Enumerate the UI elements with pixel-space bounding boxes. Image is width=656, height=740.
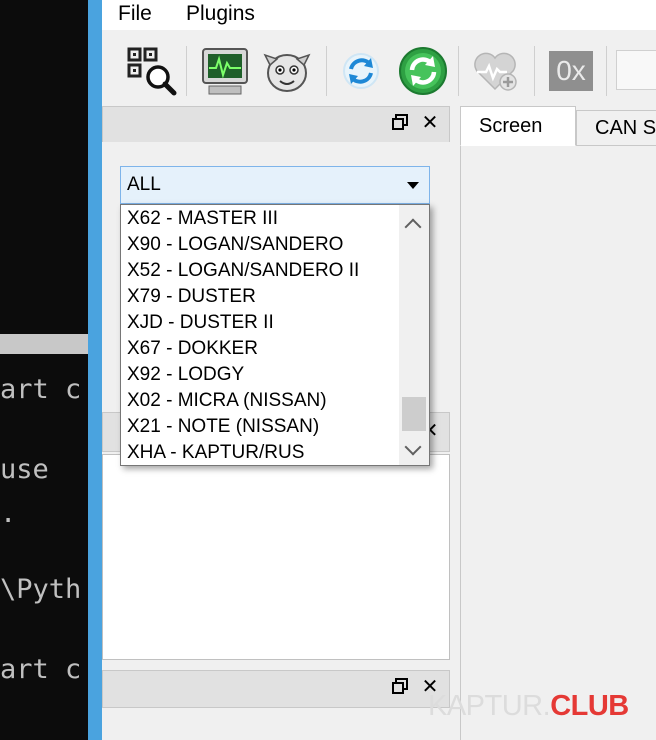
screen-tab-content [460, 146, 656, 740]
hex-label: 0x [549, 51, 593, 91]
scroll-down-icon[interactable] [404, 438, 422, 456]
scroll-up-icon[interactable] [404, 218, 422, 236]
toolbar-separator [534, 46, 535, 96]
monitor-icon [202, 48, 248, 95]
third-panel-header: ✕ [102, 670, 450, 708]
tab-can-label: CAN S [595, 116, 656, 139]
second-panel-content [102, 454, 450, 660]
toolbar-separator [606, 46, 607, 96]
dropdown-item[interactable]: X62 - MASTER III [127, 208, 278, 230]
tab-bar: Screen CAN S [460, 106, 656, 146]
dropdown-item[interactable]: X79 - DUSTER [127, 286, 256, 308]
dropdown-item[interactable]: X02 - MICRA (NISSAN) [127, 390, 327, 412]
toolbar-separator [186, 46, 187, 96]
toolbar-separator [458, 46, 459, 96]
toolbar-field[interactable] [616, 50, 656, 90]
vehicle-combobox[interactable]: ALL [120, 166, 430, 204]
dropdown-item[interactable]: X52 - LOGAN/SANDERO II [127, 260, 359, 282]
refresh-button[interactable] [334, 44, 388, 98]
ecu-panel-header: ✕ [102, 106, 450, 144]
menu-plugins[interactable]: Plugins [186, 2, 255, 26]
tab-screen-label: Screen [479, 114, 543, 137]
dropdown-item[interactable]: XHA - KAPTUR/RUS [127, 442, 304, 464]
scan-qr-button[interactable] [124, 44, 178, 98]
sniffer-button[interactable] [260, 44, 314, 98]
qr-search-icon [127, 47, 177, 96]
restore-icon [392, 678, 408, 694]
monitor-button[interactable] [198, 44, 252, 98]
hex-mode-button[interactable]: 0x [544, 44, 598, 98]
toolbar: 0x [102, 34, 656, 106]
sync-green-icon [399, 47, 447, 95]
tab-can[interactable]: CAN S [576, 110, 656, 146]
dropdown-item[interactable]: X90 - LOGAN/SANDERO [127, 234, 343, 256]
third-panel-float-button[interactable] [389, 675, 411, 697]
watermark-club: CLUB [550, 690, 629, 722]
watermark-logo: KAPTUR.CLUB [428, 690, 629, 723]
terminal-line: \Pyth [0, 574, 82, 605]
dropdown-item[interactable]: X92 - LODGY [127, 364, 244, 386]
menu-bar: File Plugins [102, 0, 656, 30]
dropdown-item[interactable]: X67 - DOKKER [127, 338, 258, 360]
health-check-button[interactable] [468, 44, 522, 98]
app-window: File Plugins 0x ✕ ALL X62 - MASTER III X… [102, 0, 656, 740]
toolbar-separator [326, 46, 327, 96]
dropdown-item[interactable]: XJD - DUSTER II [127, 312, 274, 334]
third-panel-body [118, 724, 448, 740]
terminal-line: . [0, 498, 17, 529]
dropdown-scrollbar[interactable] [399, 205, 429, 465]
close-icon: ✕ [421, 111, 439, 134]
terminal-window: art c use . \Pyth art c [0, 0, 88, 740]
menu-file[interactable]: File [118, 2, 152, 26]
terminal-line: use [0, 454, 49, 485]
panel-close-button[interactable]: ✕ [419, 111, 441, 134]
combobox-value: ALL [127, 174, 161, 195]
face-icon [263, 53, 311, 92]
tab-screen[interactable]: Screen [460, 106, 576, 146]
terminal-line: art c [0, 654, 82, 685]
heart-plus-icon [474, 52, 517, 91]
watermark-text: KAPTUR. [428, 690, 551, 722]
terminal-scroll-divider [0, 334, 88, 354]
panel-float-button[interactable] [389, 111, 411, 133]
window-frame-border [88, 0, 102, 740]
chevron-down-icon [407, 182, 419, 189]
vehicle-dropdown-list[interactable]: X62 - MASTER III X90 - LOGAN/SANDERO X52… [120, 204, 430, 466]
refresh-icon [343, 53, 379, 89]
restore-icon [392, 114, 408, 130]
dropdown-item[interactable]: X21 - NOTE (NISSAN) [127, 416, 319, 438]
terminal-line: art c [0, 374, 82, 405]
scrollbar-thumb[interactable] [402, 397, 426, 431]
connect-button[interactable] [396, 44, 450, 98]
